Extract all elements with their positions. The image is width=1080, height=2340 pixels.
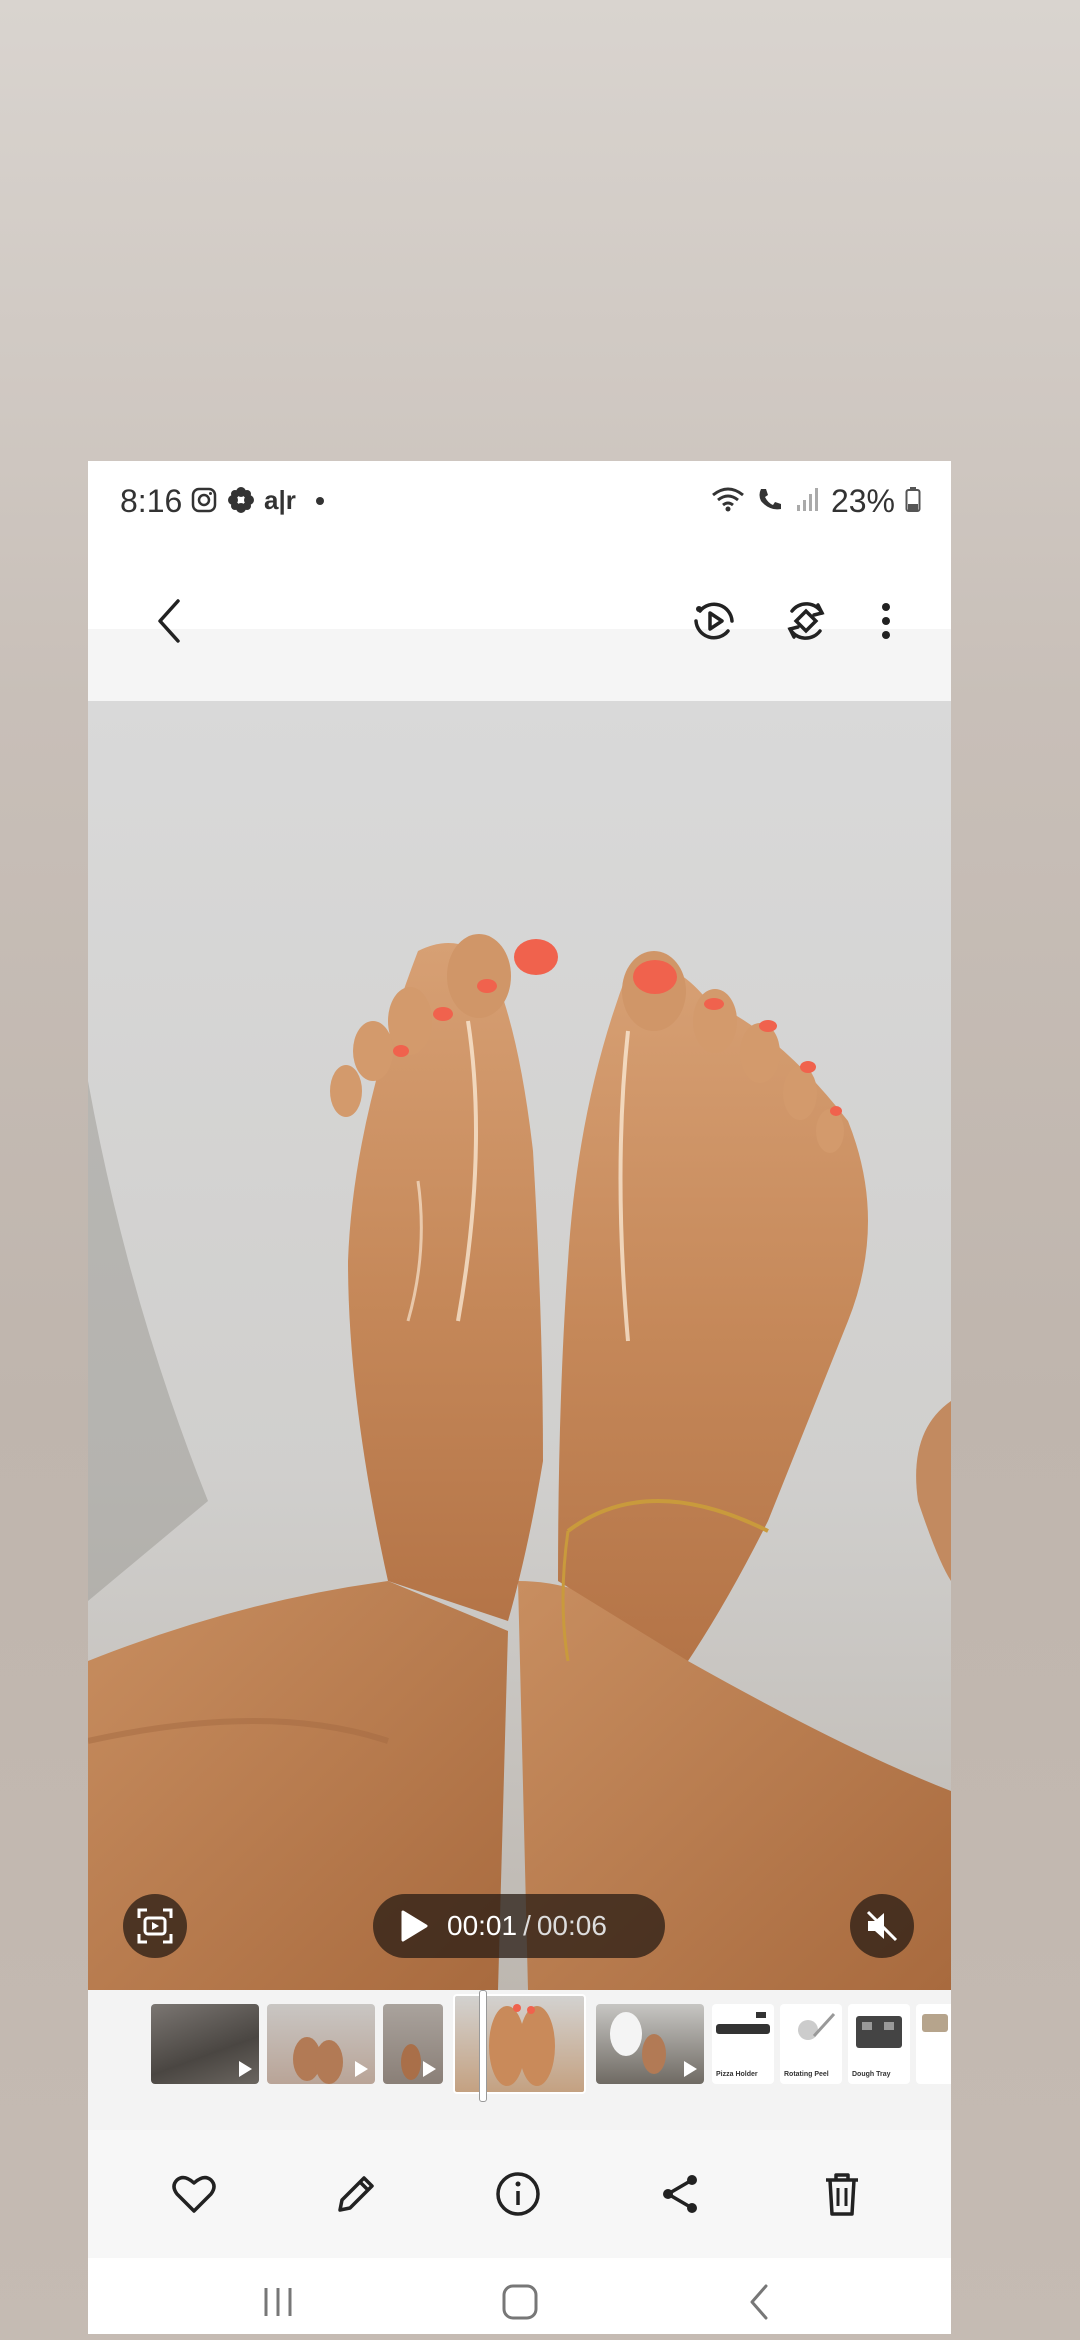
status-time: 8:16 [120, 483, 183, 519]
thumbnail-7[interactable]: Rotating Peel [780, 2004, 842, 2084]
play-icon [401, 1910, 428, 1942]
battery-percent: 23% [830, 483, 895, 519]
favorite-button[interactable] [162, 2162, 226, 2226]
capture-icon [137, 1908, 173, 1944]
recents-button[interactable] [246, 2270, 310, 2334]
dot-icon [308, 485, 328, 520]
battery-icon [905, 485, 921, 518]
play-icon [423, 2061, 436, 2077]
play-button[interactable] [399, 1909, 429, 1943]
delete-button[interactable] [810, 2162, 874, 2226]
time-separator: / [523, 1910, 531, 1941]
thumbnail-3[interactable] [383, 2004, 443, 2084]
thumbnail-6[interactable]: Pizza Holder [712, 2004, 774, 2084]
wifi-call-icon [755, 485, 785, 518]
feet-image [88, 701, 951, 1990]
edit-icon [338, 2176, 374, 2212]
status-bar: 8:16 a|r 23% [88, 461, 951, 541]
home-icon [502, 2284, 538, 2320]
play-icon [239, 2061, 252, 2077]
thumbnail-8[interactable]: Dough Tray [848, 2004, 910, 2084]
share-button[interactable] [648, 2162, 712, 2226]
playback-control: 00:01 / 00:06 [373, 1894, 665, 1958]
rotate-button[interactable] [774, 589, 838, 653]
recents-icon [264, 2288, 292, 2316]
top-toolbar [88, 541, 951, 701]
chevron-left-icon [158, 599, 180, 643]
thumbnail-label: Pizza Holder [716, 2071, 758, 2078]
thumbnail-current[interactable] [453, 1994, 586, 2094]
video-frame[interactable]: 00:01 / 00:06 [88, 701, 951, 1990]
thumbnail-label: Rotating Peel [784, 2071, 829, 2078]
back-icon [750, 2284, 768, 2320]
phone-screen: 8:16 a|r 23% 00:01 / 00:06 Pizza Holder … [88, 461, 951, 2334]
play-icon [684, 2061, 697, 2077]
thumbnail-1[interactable] [151, 2004, 259, 2084]
thumbnail-5[interactable] [596, 2004, 704, 2084]
scrub-cursor[interactable] [479, 1990, 487, 2102]
notification-icons: a|r [190, 485, 328, 520]
thumbnail-label: Dough Tray [852, 2071, 891, 2078]
filmstrip: Pizza Holder Rotating Peel Dough Tray [88, 1990, 951, 2130]
bottom-actions [88, 2130, 951, 2258]
svg-text:a|r: a|r [264, 485, 296, 515]
more-options-button[interactable] [854, 589, 918, 653]
motion-photo-button[interactable] [682, 589, 746, 653]
thumbnail-2[interactable] [267, 2004, 375, 2084]
total-time: 00:06 [536, 1910, 607, 1941]
back-button[interactable] [138, 589, 202, 653]
air-icon: a|r [264, 485, 300, 520]
signal-icon [795, 485, 821, 518]
edit-button[interactable] [324, 2162, 388, 2226]
play-icon [355, 2061, 368, 2077]
navigation-bar [88, 2258, 951, 2334]
wifi-icon [711, 485, 745, 518]
flower-icon [226, 485, 256, 520]
system-icons: 23% [711, 483, 921, 520]
rotate-icon [787, 602, 825, 640]
share-icon [663, 2175, 697, 2213]
capture-button[interactable] [123, 1894, 187, 1958]
motion-photo-icon [694, 602, 734, 640]
mute-icon [866, 1910, 898, 1942]
delete-icon [826, 2173, 858, 2216]
details-button[interactable] [486, 2162, 550, 2226]
nav-back-button[interactable] [728, 2270, 792, 2334]
instagram-icon [190, 486, 218, 519]
home-button[interactable] [488, 2270, 552, 2334]
thumbnail-9[interactable] [916, 2004, 951, 2084]
heart-icon [172, 2175, 216, 2213]
current-time: 00:01 [447, 1910, 518, 1941]
more-vert-icon [882, 603, 890, 639]
mute-button[interactable] [850, 1894, 914, 1958]
info-icon [496, 2172, 540, 2216]
